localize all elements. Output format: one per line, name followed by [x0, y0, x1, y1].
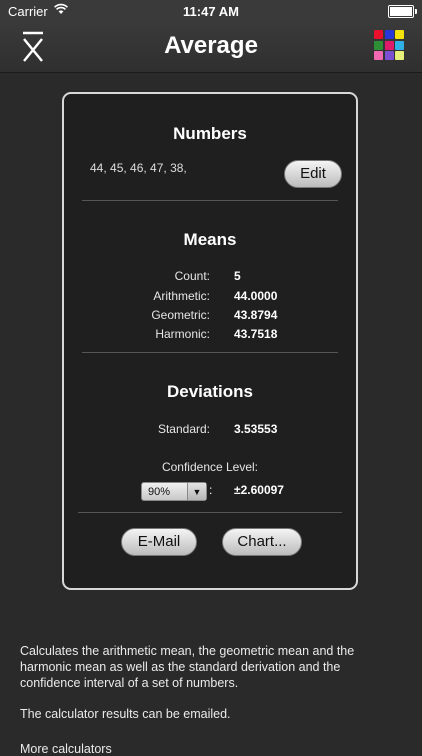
- calculator-card: Numbers 44, 45, 46, 47, 38, Edit Means C…: [62, 92, 358, 590]
- edit-button[interactable]: Edit: [284, 160, 342, 188]
- grid-square: [374, 30, 383, 39]
- divider: [82, 352, 338, 353]
- count-label: Count:: [174, 269, 210, 283]
- means-row-geometric: Geometric: 43.8794: [64, 308, 356, 324]
- means-row-arithmetic: Arithmetic: 44.0000: [64, 289, 356, 305]
- standard-deviation-row: Standard: 3.53553: [64, 422, 356, 438]
- arithmetic-value: 44.0000: [234, 289, 278, 303]
- confidence-level-label: Confidence Level:: [161, 460, 259, 474]
- grid-square: [374, 40, 383, 50]
- divider: [78, 512, 342, 513]
- numbers-list: 44, 45, 46, 47, 38,: [90, 161, 187, 175]
- confidence-level-select[interactable]: 90% ▼: [141, 482, 207, 501]
- grid-square: [384, 51, 394, 60]
- count-value: 5: [234, 269, 241, 283]
- geometric-value: 43.8794: [234, 308, 278, 322]
- confidence-value: ±2.60097: [234, 483, 284, 497]
- email-button[interactable]: E-Mail: [121, 528, 197, 556]
- more-calculators-link[interactable]: More calculators: [20, 742, 112, 756]
- app-description: Calculates the arithmetic mean, the geom…: [20, 644, 355, 690]
- means-row-harmonic: Harmonic: 43.7518: [64, 327, 356, 343]
- grid-square: [395, 51, 404, 60]
- geometric-label: Geometric:: [151, 308, 210, 322]
- standard-label: Standard:: [157, 422, 210, 436]
- means-heading: Means: [183, 230, 237, 249]
- email-note: The calculator results can be emailed.: [20, 707, 231, 721]
- grid-square: [395, 40, 404, 50]
- deviations-heading: Deviations: [167, 382, 253, 401]
- grid-square: [395, 30, 404, 39]
- page-title: Average: [164, 32, 258, 59]
- clock-time: 11:47 AM: [183, 4, 239, 19]
- chevron-down-icon[interactable]: ▼: [187, 483, 206, 500]
- battery-icon: [388, 5, 417, 18]
- navigation-bar: Average: [0, 22, 422, 73]
- arithmetic-label: Arithmetic:: [153, 289, 210, 303]
- grid-square: [374, 51, 383, 60]
- divider: [82, 200, 338, 201]
- grid-square: [384, 40, 394, 50]
- confidence-colon: :: [209, 483, 213, 497]
- chart-button[interactable]: Chart...: [222, 528, 302, 556]
- color-grid-icon[interactable]: [374, 30, 404, 60]
- numbers-heading: Numbers: [173, 124, 247, 143]
- standard-value: 3.53553: [234, 422, 278, 436]
- status-bar: Carrier 11:47 AM: [0, 0, 422, 22]
- grid-square: [384, 30, 394, 39]
- confidence-level-selected: 90%: [148, 486, 171, 498]
- harmonic-value: 43.7518: [234, 327, 278, 341]
- means-row-count: Count: 5: [64, 269, 356, 285]
- harmonic-label: Harmonic:: [155, 327, 210, 341]
